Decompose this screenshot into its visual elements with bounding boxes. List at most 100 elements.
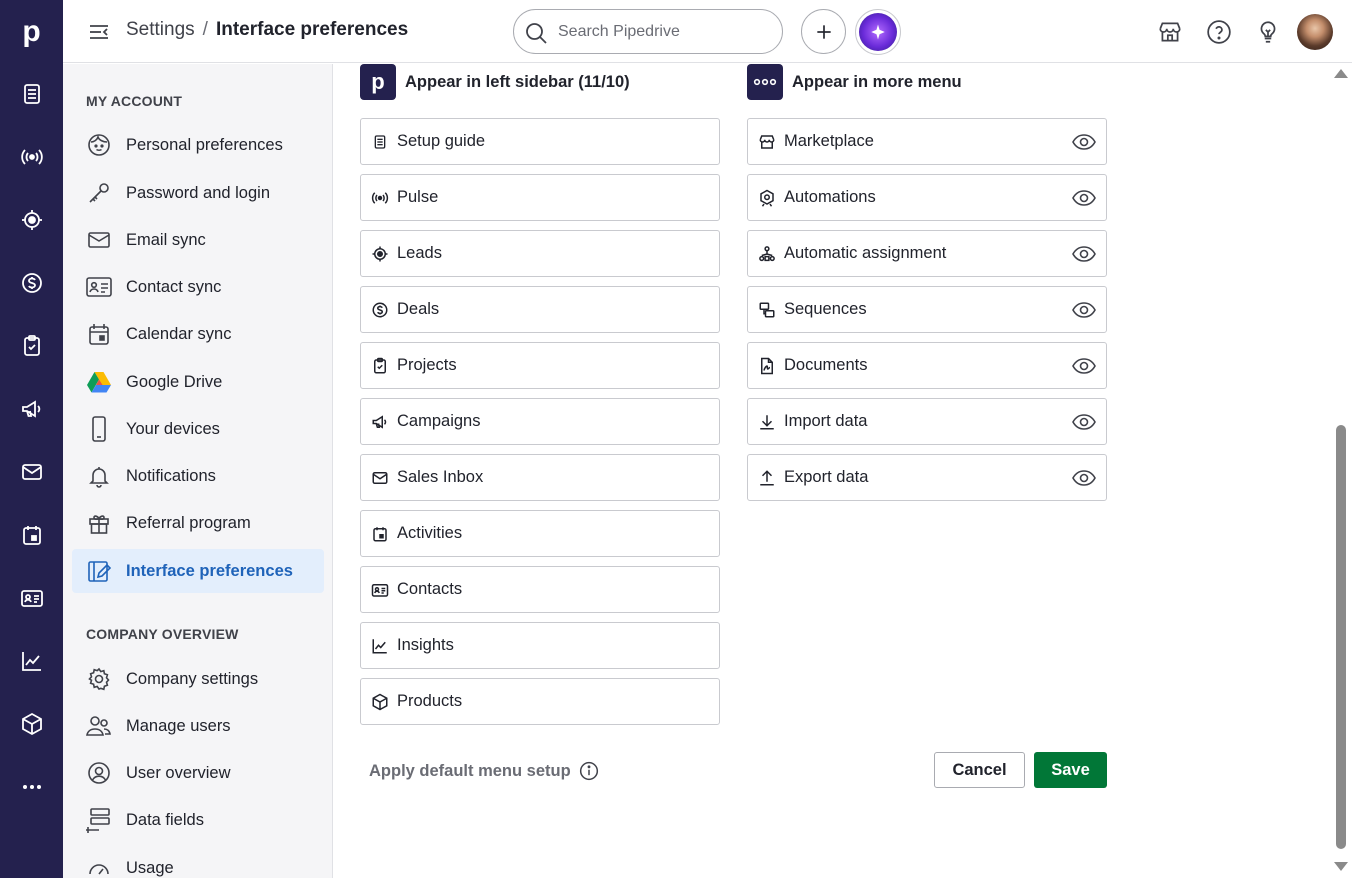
main-scrollbar[interactable] (1333, 64, 1352, 878)
sidebar-item-manage-users[interactable]: Manage users (72, 704, 324, 748)
sidebar-item-google-drive[interactable]: Google Drive (72, 360, 324, 404)
sidebar-item-notifications[interactable]: Notifications (72, 454, 324, 498)
pipedrive-badge: p (360, 64, 396, 100)
gift-icon (86, 510, 112, 536)
rail-more[interactable] (0, 765, 63, 809)
sidebar-item-label: Referral program (126, 513, 251, 532)
eye-icon[interactable] (1072, 355, 1096, 377)
rail-leads[interactable] (0, 198, 63, 242)
menu-item-label: Import data (784, 412, 868, 430)
pipedrive-logo[interactable]: p (0, 0, 63, 63)
scroll-down-arrow[interactable] (1334, 862, 1348, 871)
breadcrumb-settings[interactable]: Settings (126, 19, 195, 41)
sidebar-item-interface-preferences[interactable]: Interface preferences (72, 549, 324, 593)
bell-icon (86, 463, 112, 489)
sidebar-item-calendar-sync[interactable]: Calendar sync (72, 312, 324, 356)
menu-item-deals[interactable]: Deals (360, 286, 720, 333)
search-input[interactable] (558, 20, 768, 44)
ai-orb (859, 13, 897, 51)
menu-item-products[interactable]: Products (360, 678, 720, 725)
tips-button[interactable] (1254, 18, 1282, 46)
products-icon (21, 712, 42, 736)
eye-icon[interactable] (1072, 187, 1096, 209)
marketplace-icon (759, 135, 775, 149)
menu-item-label: Activities (397, 524, 463, 542)
campaigns-icon (21, 400, 40, 418)
leads-icon (21, 210, 42, 230)
rail-products[interactable] (0, 702, 63, 746)
more-item-marketplace[interactable]: Marketplace (747, 118, 1107, 165)
scroll-up-arrow[interactable] (1334, 69, 1348, 78)
sidebar-item-personal-preferences[interactable]: Personal preferences (72, 123, 324, 167)
more-item-export-data[interactable]: Export data (747, 454, 1107, 501)
menu-item-campaigns[interactable]: Campaigns (360, 398, 720, 445)
eye-icon[interactable] (1072, 243, 1096, 265)
phone-icon (86, 416, 112, 442)
menu-item-label: Pulse (397, 188, 439, 206)
menu-item-projects[interactable]: Projects (360, 342, 720, 389)
eye-icon[interactable] (1072, 299, 1096, 321)
more-item-automatic-assignment[interactable]: Automatic assignment (747, 230, 1107, 277)
sidebar-item-your-devices[interactable]: Your devices (72, 407, 324, 451)
more-item-import-data[interactable]: Import data (747, 398, 1107, 445)
help-button[interactable] (1205, 18, 1233, 46)
upload-icon (760, 470, 774, 486)
sidebar-item-email-sync[interactable]: Email sync (72, 218, 324, 262)
menu-item-insights[interactable]: Insights (360, 622, 720, 669)
rail-contacts[interactable] (0, 576, 63, 620)
marketplace-button[interactable] (1156, 18, 1184, 46)
menu-item-pulse[interactable]: Pulse (360, 174, 720, 221)
menu-item-leads[interactable]: Leads (360, 230, 720, 277)
activities-icon (373, 527, 387, 542)
more-item-automations[interactable]: Automations (747, 174, 1107, 221)
search-box[interactable] (513, 9, 783, 54)
app-rail: p (0, 0, 63, 878)
user-avatar[interactable] (1297, 14, 1333, 50)
scroll-thumb[interactable] (1336, 425, 1346, 849)
rail-campaigns[interactable] (0, 387, 63, 431)
ai-assistant-button[interactable] (855, 9, 901, 55)
apply-default-menu-link[interactable]: Apply default menu setup (369, 761, 599, 781)
help-icon (1207, 20, 1231, 44)
projects-icon (374, 357, 386, 374)
contact-card-icon (86, 274, 112, 300)
sidebar-item-data-fields[interactable]: Data fields (72, 798, 324, 842)
sidebar-item-contact-sync[interactable]: Contact sync (72, 265, 324, 309)
sidebar-item-user-overview[interactable]: User overview (72, 751, 324, 795)
rail-projects[interactable] (0, 324, 63, 368)
more-item-sequences[interactable]: Sequences (747, 286, 1107, 333)
sidebar-item-company-settings[interactable]: Company settings (72, 657, 324, 701)
menu-item-activities[interactable]: Activities (360, 510, 720, 557)
breadcrumb-separator: / (202, 19, 208, 40)
save-button[interactable]: Save (1034, 752, 1107, 788)
rail-mail[interactable] (0, 450, 63, 494)
quick-add-button[interactable] (801, 9, 846, 54)
deals-icon (21, 273, 42, 293)
cancel-button[interactable]: Cancel (934, 752, 1025, 788)
menu-item-contacts[interactable]: Contacts (360, 566, 720, 613)
eye-icon[interactable] (1072, 131, 1096, 153)
menu-item-setup-guide[interactable]: Setup guide (360, 118, 720, 165)
eye-icon[interactable] (1072, 467, 1096, 489)
sidebar-item-label: User overview (126, 763, 231, 782)
rail-activities[interactable] (0, 513, 63, 557)
eye-icon[interactable] (1072, 411, 1096, 433)
sidebar-item-label: Email sync (126, 230, 206, 249)
menu-item-label: Export data (784, 468, 869, 486)
more-icon (22, 785, 41, 789)
more-item-documents[interactable]: Documents (747, 342, 1107, 389)
sidebar-item-label: Contact sync (126, 277, 222, 296)
rail-setup-guide[interactable] (0, 72, 63, 116)
sidebar-item-referral-program[interactable]: Referral program (72, 501, 324, 545)
user-circle-icon (86, 760, 112, 786)
rail-insights[interactable] (0, 639, 63, 683)
menu-collapse-icon[interactable] (87, 20, 111, 44)
rail-pulse[interactable] (0, 135, 63, 179)
sidebar-item-password-login[interactable]: Password and login (72, 171, 324, 215)
sidebar-item-label: Usage (126, 858, 174, 877)
gear-icon (86, 666, 112, 692)
info-icon[interactable] (579, 761, 599, 781)
rail-deals[interactable] (0, 261, 63, 305)
sidebar-item-usage[interactable]: Usage (72, 846, 324, 878)
menu-item-sales-inbox[interactable]: Sales Inbox (360, 454, 720, 501)
